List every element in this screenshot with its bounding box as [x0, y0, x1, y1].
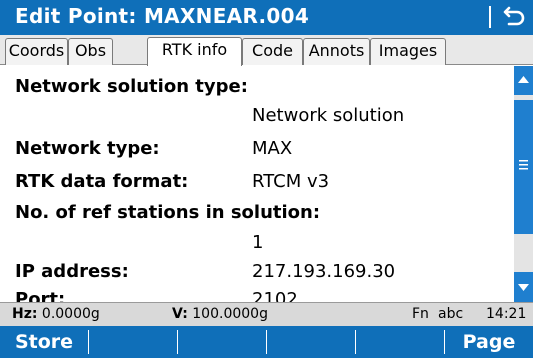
softkey-bar: Store Page — [0, 326, 533, 358]
softkey-4[interactable] — [267, 326, 355, 358]
scroll-thumb[interactable] — [514, 100, 533, 234]
scroll-up-button[interactable] — [514, 66, 533, 95]
hz-readout: Hz: 0.0000g — [12, 306, 100, 322]
page-title: Edit Point: MAXNEAR.004 — [15, 4, 310, 28]
rtk-data-format-label: RTK data format: — [15, 171, 189, 192]
softkey-2[interactable] — [89, 326, 177, 358]
page-button[interactable]: Page — [445, 326, 533, 358]
network-solution-type-label: Network solution type: — [15, 76, 248, 97]
tab-coords[interactable]: Coords — [5, 38, 68, 65]
rtk-data-format-value: RTCM v3 — [252, 171, 330, 192]
network-type-value: MAX — [252, 138, 293, 159]
v-value: 100.0000g — [192, 306, 268, 322]
ref-stations-label: No. of ref stations in solution: — [15, 202, 321, 223]
tab-images[interactable]: Images — [370, 38, 446, 65]
clock: 14:21 — [486, 306, 527, 322]
hz-label: Hz: — [12, 306, 38, 322]
triangle-up-icon — [518, 76, 529, 83]
v-label: V: — [172, 306, 188, 322]
scroll-down-button[interactable] — [514, 272, 533, 302]
port-label: Port: — [15, 289, 66, 302]
rtk-info-panel: Network solution type: Network solution … — [0, 66, 514, 302]
grip-icon — [519, 160, 528, 170]
v-readout: V: 100.0000g — [172, 306, 268, 322]
hz-value: 0.0000g — [41, 306, 100, 322]
ref-stations-value: 1 — [252, 232, 264, 253]
triangle-down-icon — [518, 284, 529, 291]
title-separator — [489, 6, 491, 28]
network-solution-type-value: Network solution — [252, 105, 405, 126]
ip-address-value: 217.193.169.30 — [252, 261, 396, 282]
input-mode-indicator: abc — [438, 306, 464, 322]
back-button[interactable] — [499, 2, 529, 32]
tab-code[interactable]: Code — [242, 38, 303, 65]
tab-annots[interactable]: Annots — [303, 38, 370, 65]
ip-address-label: IP address: — [15, 261, 129, 282]
vertical-scrollbar[interactable] — [514, 66, 533, 302]
softkey-3[interactable] — [178, 326, 266, 358]
softkey-5[interactable] — [356, 326, 444, 358]
back-arrow-icon — [503, 6, 525, 26]
tab-rtk-info[interactable]: RTK info — [147, 37, 242, 66]
tab-strip: Coords Obs RTK info Code Annots Images — [0, 35, 533, 66]
status-bar: Hz: 0.0000g V: 100.0000g Fn abc 14:21 — [0, 302, 533, 326]
network-type-label: Network type: — [15, 138, 160, 159]
store-button[interactable]: Store — [0, 326, 88, 358]
title-bar: Edit Point: MAXNEAR.004 — [0, 0, 533, 35]
port-value: 2102 — [252, 289, 298, 302]
tab-obs[interactable]: Obs — [68, 38, 113, 65]
fn-indicator: Fn — [412, 306, 429, 322]
